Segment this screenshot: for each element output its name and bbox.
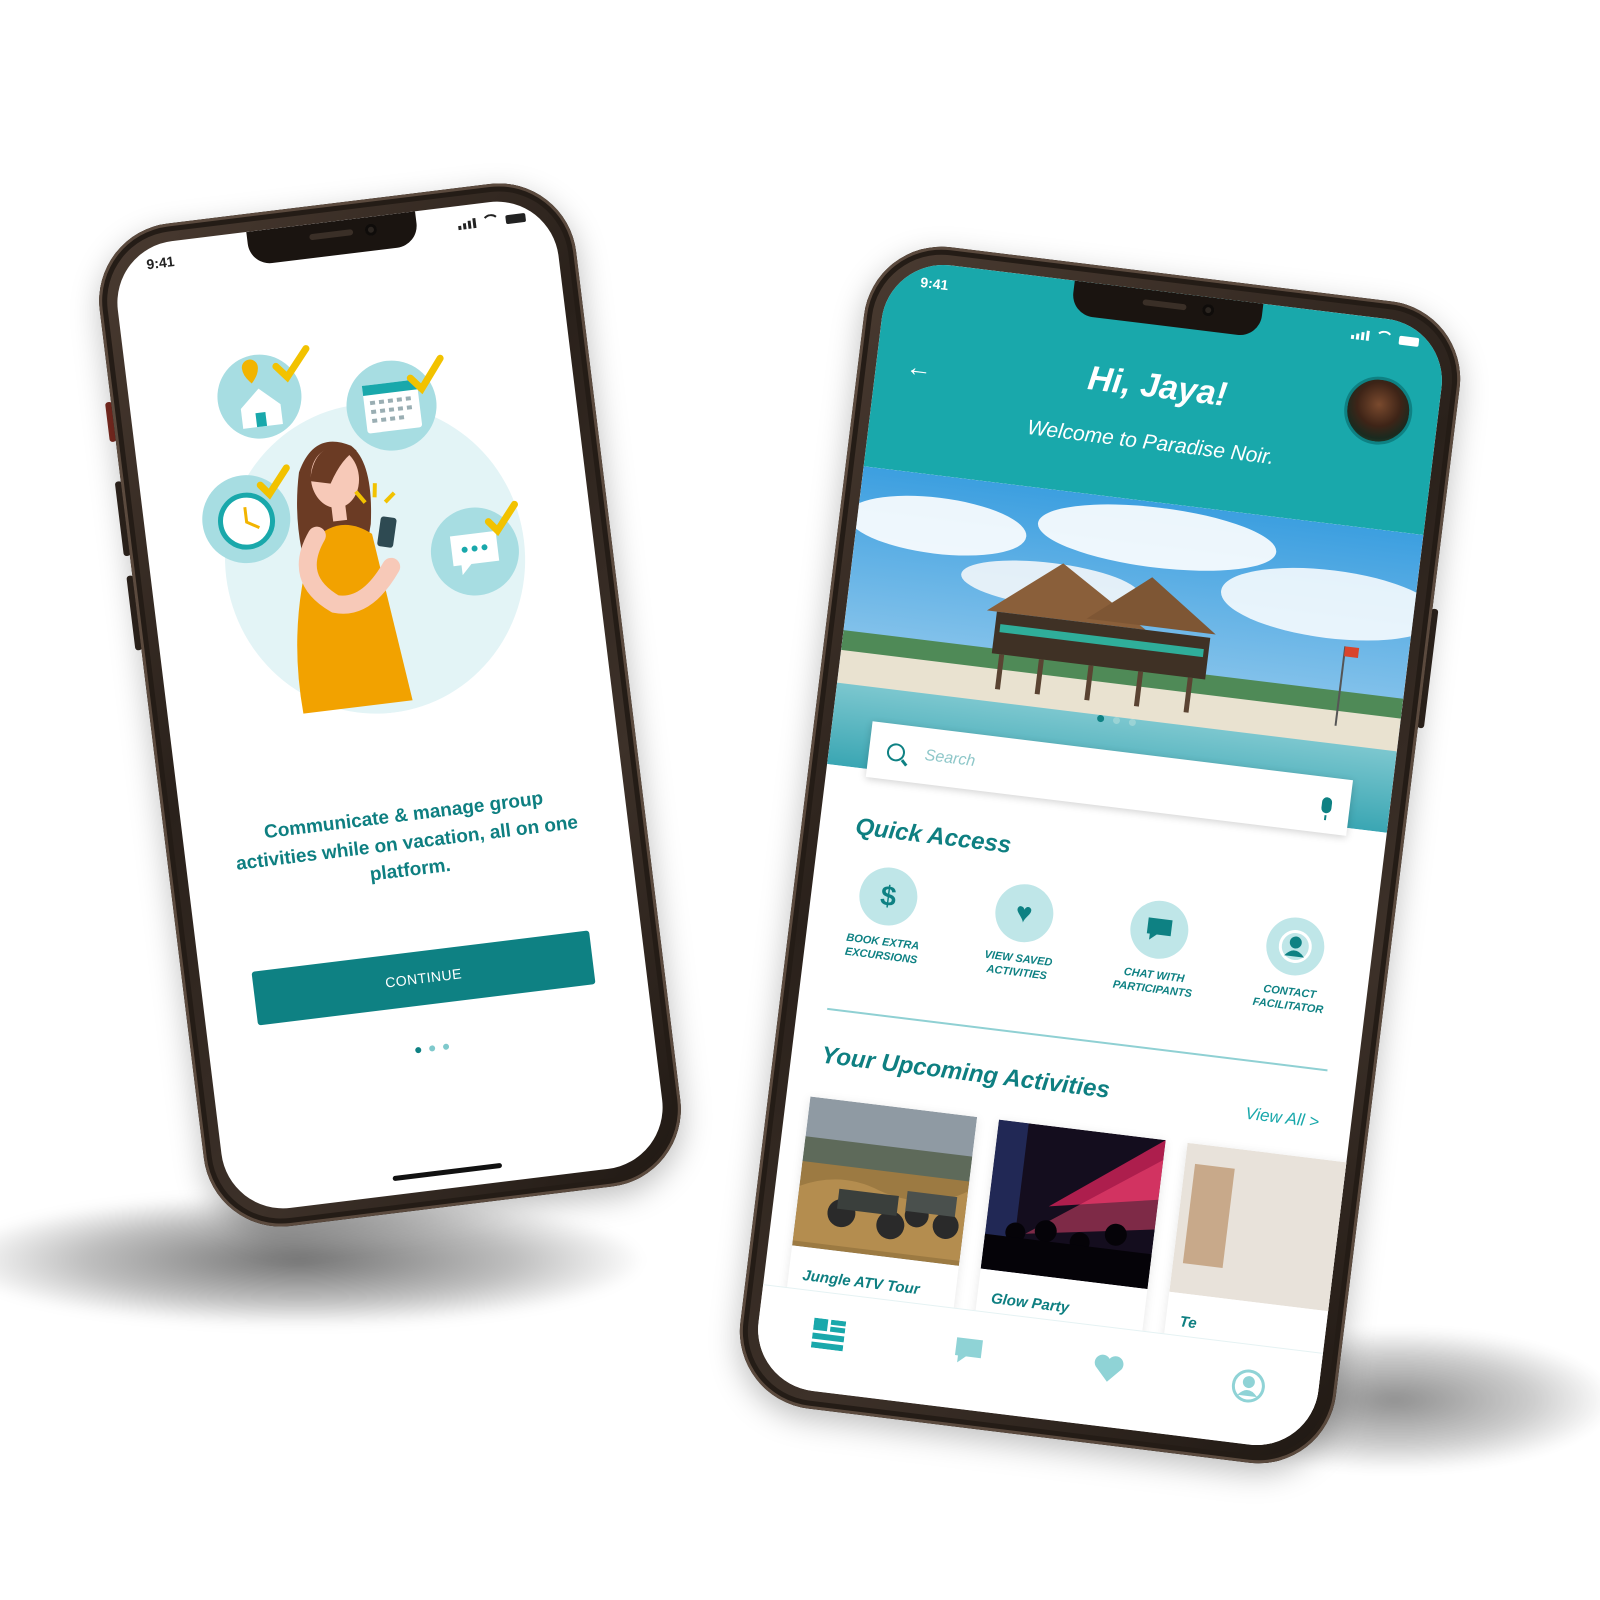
onboarding-illustration (202, 345, 526, 714)
pager-dot[interactable] (1112, 716, 1121, 725)
status-icons (457, 210, 527, 231)
quick-access-label: BOOK EXTRA EXCURSIONS (844, 931, 920, 967)
dashboard-icon (810, 1317, 846, 1351)
signal-icon (457, 217, 477, 231)
onboarding-message: Communicate & manage group activities wh… (234, 788, 580, 886)
home-phone: 9:41 ← Hi, Jaya! Welcome to Paradise Noi… (730, 237, 1470, 1473)
tab-profile[interactable] (1225, 1362, 1272, 1409)
battery-icon (505, 212, 527, 225)
pager-dot[interactable] (428, 1045, 436, 1052)
home-screen: 9:41 ← Hi, Jaya! Welcome to Paradise Noi… (751, 257, 1449, 1453)
pager-dot[interactable] (414, 1046, 422, 1054)
status-time: 9:41 (145, 253, 176, 273)
person-icon (1262, 914, 1328, 979)
view-all-link[interactable]: View All > (1244, 1104, 1320, 1133)
profile-icon (1231, 1368, 1265, 1402)
chat-icon (1127, 897, 1192, 963)
activity-photo (1169, 1142, 1355, 1313)
quick-access-row: $ BOOK EXTRA EXCURSIONS ♥ VIEW SAVED ACT… (826, 861, 1354, 1020)
party-photo (980, 1119, 1166, 1290)
pager-dot[interactable] (442, 1043, 450, 1051)
pager-dot[interactable] (1128, 718, 1137, 727)
heart-icon: ♥ (991, 880, 1057, 946)
search-icon (885, 742, 907, 763)
microphone-icon[interactable] (1320, 796, 1333, 814)
tab-favorites[interactable] (1085, 1345, 1132, 1392)
continue-button[interactable]: CONTINUE (251, 930, 596, 1026)
home-indicator (392, 1162, 503, 1182)
atv-photo (792, 1096, 978, 1266)
tab-chat[interactable] (945, 1328, 992, 1375)
quick-access-chat-participants[interactable]: CHAT WITH PARTICIPANTS (1097, 894, 1218, 1003)
signal-icon (1350, 329, 1370, 341)
dollar-icon: $ (856, 864, 921, 929)
quick-access-contact-facilitator[interactable]: CONTACT FACILITATOR (1232, 911, 1353, 1020)
onboarding-phone-frame: 9:41 Communicate & manage group activiti… (90, 174, 690, 1236)
quick-access-saved-activities[interactable]: ♥ VIEW SAVED ACTIVITIES (961, 878, 1082, 987)
activity-title: Te (1178, 1313, 1198, 1333)
quick-access-book-excursions[interactable]: $ BOOK EXTRA EXCURSIONS (826, 861, 947, 970)
upcoming-activities-title: Your Upcoming Activities (819, 1041, 1112, 1104)
pager-dot[interactable] (1096, 714, 1105, 723)
heart-icon (1094, 1354, 1123, 1382)
home-phone-frame: 9:41 ← Hi, Jaya! Welcome to Paradise Noi… (730, 237, 1470, 1473)
wifi-icon (1374, 329, 1394, 344)
chat-icon (954, 1336, 983, 1362)
notch (246, 211, 420, 266)
quick-access-label: CHAT WITH PARTICIPANTS (1112, 965, 1193, 1001)
quick-access-label: VIEW SAVED ACTIVITIES (983, 948, 1053, 983)
onboarding-screen: 9:41 Communicate & manage group activiti… (110, 194, 670, 1216)
wifi-icon (480, 213, 501, 228)
quick-access-label: CONTACT FACILITATOR (1252, 982, 1324, 1017)
tab-dashboard[interactable] (805, 1311, 852, 1358)
onboarding-pager (414, 1043, 450, 1054)
quick-access-title: Quick Access (854, 813, 1013, 859)
status-time: 9:41 (919, 273, 950, 294)
onboarding-phone: 9:41 Communicate & manage group activiti… (90, 174, 690, 1236)
